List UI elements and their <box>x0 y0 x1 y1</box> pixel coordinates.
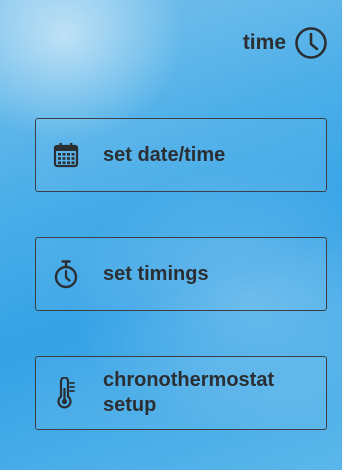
set-timings-label: set timings <box>103 262 209 285</box>
chronothermostat-label-line2: setup <box>103 394 157 416</box>
page-title: time <box>242 31 286 54</box>
stopwatch-icon <box>50 259 82 289</box>
set-date-time-button[interactable]: set date/time <box>35 118 327 192</box>
thermometer-icon <box>50 377 82 409</box>
chronothermostat-setup-button[interactable]: chronothermostat setup <box>35 356 327 430</box>
set-timings-button[interactable]: set timings <box>35 237 327 311</box>
chronothermostat-label-line1: chronothermostat <box>103 369 275 391</box>
calendar-icon <box>50 142 82 168</box>
clock-icon <box>294 26 328 60</box>
page-header: time <box>243 26 328 60</box>
set-date-time-label: set date/time <box>103 143 226 166</box>
chronothermostat-setup-label: chronothermostat setup <box>103 368 274 418</box>
